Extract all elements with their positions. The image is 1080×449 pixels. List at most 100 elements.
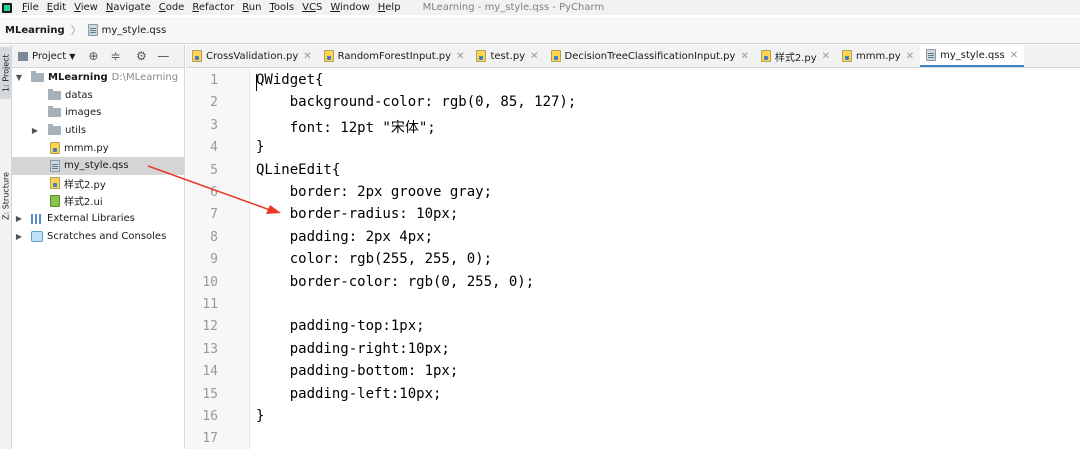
line-number: 14 xyxy=(202,364,218,380)
code-line[interactable]: QLineEdit{ xyxy=(256,162,340,178)
menu-item[interactable]: Code xyxy=(155,0,189,15)
menu-item[interactable]: Window xyxy=(326,0,373,15)
chevron-right-icon: 〉 xyxy=(70,24,82,37)
tree-item-label: my_style.qss xyxy=(64,160,129,172)
code-line[interactable]: } xyxy=(256,408,264,424)
python-file-icon xyxy=(50,142,60,155)
tree-item-style2-ui[interactable]: 样式2.ui xyxy=(12,192,184,210)
collapse-all-icon[interactable]: ≑ xyxy=(109,49,121,63)
menu-item[interactable]: Navigate xyxy=(102,0,155,15)
tree-item-label: images xyxy=(65,107,102,119)
expand-arrow-icon[interactable]: ▶ xyxy=(14,232,24,241)
tree-item-label: External Libraries xyxy=(47,213,135,225)
menu-item-rest: avigate xyxy=(113,2,151,13)
tab-label: CrossValidation.py xyxy=(206,50,299,62)
code-editor[interactable]: 1 2 3 4 5 6 7 8 9 10 11 12 13 14 15 16 17 QWidget{ backg… xyxy=(186,69,1080,449)
code-line[interactable]: QWidget{ xyxy=(256,72,323,88)
code-line[interactable]: padding-bottom: 1px; xyxy=(256,363,459,379)
tree-item-label: mmm.py xyxy=(64,142,109,154)
code-line[interactable]: padding-left:10px; xyxy=(256,386,442,402)
project-view-label: Project xyxy=(32,50,67,62)
close-icon[interactable]: ✕ xyxy=(822,51,830,62)
tree-item-external-libraries[interactable]: ▶ External Libraries xyxy=(12,210,184,228)
target-icon[interactable]: ⊕ xyxy=(87,49,99,63)
tab-mmm[interactable]: mmm.py ✕ xyxy=(836,45,920,67)
tree-item-mmm-py[interactable]: mmm.py xyxy=(12,139,184,157)
close-icon[interactable]: ✕ xyxy=(1010,50,1018,61)
close-icon[interactable]: ✕ xyxy=(906,51,914,62)
code-line[interactable]: background-color: rgb(0, 85, 127); xyxy=(256,94,577,110)
breadcrumb-project[interactable]: MLearning xyxy=(5,25,65,36)
line-number: 11 xyxy=(202,297,218,312)
close-icon[interactable]: ✕ xyxy=(456,51,464,62)
tree-item-label: utils xyxy=(65,125,87,137)
code-line[interactable]: } xyxy=(256,139,264,155)
python-file-icon xyxy=(550,50,561,62)
tab-label: my_style.qss xyxy=(940,49,1005,61)
menu-item[interactable]: File xyxy=(18,0,43,15)
project-tree: ▼ MLearning D:\MLearning datas images ▶ … xyxy=(12,68,184,245)
menu-item[interactable]: Edit xyxy=(43,0,70,15)
code-line[interactable]: padding-right:10px; xyxy=(256,341,450,357)
code-line[interactable]: font: 12pt "宋体"; xyxy=(256,117,436,137)
tree-item-mlearning[interactable]: ▼ MLearning D:\MLearning xyxy=(12,69,184,87)
tool-window-structure-tab[interactable]: Z: Structure xyxy=(0,163,12,229)
tree-item-datas[interactable]: datas xyxy=(12,87,184,105)
python-file-icon xyxy=(192,50,202,62)
close-icon[interactable]: ✕ xyxy=(303,51,311,62)
folder-icon xyxy=(48,88,61,100)
code-line[interactable]: border: 2px groove gray; xyxy=(256,184,492,200)
menu-item[interactable]: VCS xyxy=(298,0,326,15)
tree-item-my-style-qss[interactable]: my_style.qss xyxy=(12,156,184,175)
tree-item-label: Scratches and Consoles xyxy=(47,230,167,242)
tree-item-utils[interactable]: ▶ utils xyxy=(12,122,184,140)
line-number: 3 xyxy=(210,117,218,133)
python-file-icon xyxy=(50,177,60,190)
line-number: 17 xyxy=(202,431,218,447)
menu-item[interactable]: Refactor xyxy=(188,0,238,15)
ui-file-icon xyxy=(50,194,60,207)
tree-item-scratches[interactable]: ▶ Scratches and Consoles xyxy=(12,227,184,245)
tab-randomforestinput[interactable]: RandomForestInput.py ✕ xyxy=(318,45,471,67)
breadcrumb-file[interactable]: my_style.qss xyxy=(87,24,166,36)
code-line[interactable]: border-radius: 10px; xyxy=(256,206,459,222)
tool-window-project-tab[interactable]: 1: Project xyxy=(0,47,12,99)
code-line[interactable]: color: rgb(255, 255, 0); xyxy=(256,251,492,267)
line-number: 8 xyxy=(210,229,218,245)
menu-item[interactable]: Run xyxy=(238,0,265,15)
python-file-icon xyxy=(323,50,334,62)
tree-item-style2-py[interactable]: 样式2.py xyxy=(12,175,184,193)
menu-item-mnemonic: VC xyxy=(302,2,316,13)
project-panel-header: Project ▼ ⊕ ≑ ⚙ — xyxy=(12,45,184,68)
expand-arrow-icon[interactable]: ▶ xyxy=(14,214,24,223)
tree-item-images[interactable]: images xyxy=(12,104,184,122)
breadcrumb: MLearning 〉 my_style.qss xyxy=(0,17,1080,44)
gear-icon[interactable]: ⚙ xyxy=(135,49,147,63)
tab-label: RandomForestInput.py xyxy=(337,50,452,62)
tab-my-style-qss[interactable]: my_style.qss ✕ xyxy=(920,45,1025,67)
menu-item-rest: elp xyxy=(385,2,401,13)
window-title: MLearning - my_style.qss - PyCharm xyxy=(422,2,605,13)
menu-item[interactable]: Tools xyxy=(265,0,298,15)
code-line[interactable]: padding: 2px 4px; xyxy=(256,229,433,245)
close-icon[interactable]: ✕ xyxy=(530,51,538,62)
tab-style2[interactable]: 样式2.py ✕ xyxy=(755,45,836,67)
project-panel: Project ▼ ⊕ ≑ ⚙ — ▼ MLearning D:\MLearni… xyxy=(12,45,185,449)
tab-test[interactable]: test.py ✕ xyxy=(470,45,544,67)
code-line[interactable]: border-color: rgb(0, 255, 0); xyxy=(256,274,534,290)
close-icon[interactable]: ✕ xyxy=(740,51,748,62)
menu-item-mnemonic: V xyxy=(74,2,81,13)
tree-item-label: 样式2.ui xyxy=(64,197,103,209)
expand-arrow-icon[interactable]: ▼ xyxy=(14,73,24,82)
tab-crossvalidation[interactable]: CrossValidation.py ✕ xyxy=(186,45,318,67)
chevron-down-icon: ▼ xyxy=(69,51,76,61)
minimize-icon[interactable]: — xyxy=(157,49,169,63)
menu-item-rest: efactor xyxy=(198,2,235,13)
menu-item[interactable]: View xyxy=(70,0,102,15)
code-line[interactable]: padding-top:1px; xyxy=(256,318,425,334)
project-view-selector[interactable]: Project ▼ xyxy=(18,51,75,62)
expand-arrow-icon[interactable]: ▶ xyxy=(30,126,40,135)
menu-item[interactable]: Help xyxy=(374,0,405,15)
python-file-icon xyxy=(760,50,771,62)
tab-decisiontree[interactable]: DecisionTreeClassificationInput.py ✕ xyxy=(545,45,755,67)
